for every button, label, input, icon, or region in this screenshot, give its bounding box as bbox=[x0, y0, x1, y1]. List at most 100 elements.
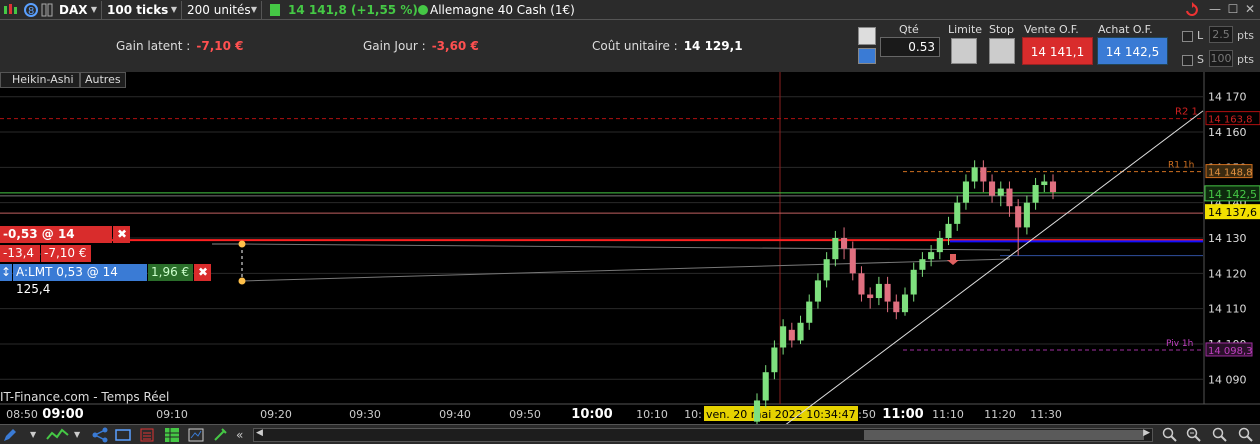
order-panel: Qté 0.53 Limite Stop Vente O.F. 14 141,1… bbox=[855, 20, 1260, 72]
units-label: 200 unités bbox=[187, 3, 251, 17]
achat-label: Achat O.F. bbox=[1098, 23, 1153, 36]
chevron-down-icon: ▼ bbox=[90, 5, 97, 14]
close-button[interactable]: ✕ bbox=[1243, 2, 1257, 16]
s-pts-label: pts bbox=[1237, 53, 1255, 66]
zoom-reset-icon[interactable] bbox=[1238, 427, 1254, 443]
l-checkbox[interactable] bbox=[1182, 31, 1193, 42]
order-guide-line-top bbox=[241, 243, 1011, 251]
r1-price: 14 148,8 bbox=[1208, 168, 1253, 179]
candle-body bbox=[962, 181, 969, 203]
window-icon[interactable] bbox=[115, 427, 131, 443]
bid-price: 14 142,5 bbox=[1208, 188, 1257, 201]
pencil-icon[interactable] bbox=[2, 427, 18, 443]
x-tick-label: 10: bbox=[684, 408, 702, 421]
x-tick-label: 11:20 bbox=[984, 408, 1016, 421]
chain-icon[interactable] bbox=[40, 2, 54, 18]
units-select[interactable]: 200 unités ▼ bbox=[184, 1, 262, 19]
position-pnl-money: -7,10 € bbox=[41, 245, 91, 262]
gain-latent-label: Gain latent : bbox=[116, 39, 191, 53]
tools-icon[interactable] bbox=[212, 427, 228, 443]
chart-window-icon[interactable] bbox=[188, 427, 204, 443]
candle-body bbox=[919, 259, 926, 270]
indicator-icon[interactable] bbox=[46, 427, 70, 443]
scroll-left-arrow[interactable]: ◀ bbox=[256, 428, 263, 438]
y-tick-label: 14 130 bbox=[1208, 232, 1247, 245]
position-line-label[interactable]: -0,53 @ 14 129,1 bbox=[0, 226, 112, 258]
position-pnl-points: -13,4 bbox=[0, 245, 40, 262]
qty-input[interactable]: 0.53 bbox=[880, 37, 940, 57]
close-position-button[interactable]: ✖ bbox=[113, 226, 130, 243]
x-tick-label: 08:50 bbox=[6, 408, 38, 421]
zoom-fit-icon[interactable] bbox=[1212, 427, 1228, 443]
candle-body bbox=[823, 259, 830, 281]
chart-type-icon[interactable] bbox=[2, 2, 20, 18]
limit-order-icon[interactable] bbox=[951, 38, 977, 64]
instrument-select[interactable]: DAX ▼ bbox=[56, 1, 102, 19]
position-info-bar: Gain latent : -7,10 € Gain Jour : -3,60 € … bbox=[0, 20, 855, 72]
stop-order-icon[interactable] bbox=[989, 38, 1015, 64]
instrument-label: DAX bbox=[59, 3, 88, 17]
pending-order-label[interactable]: A:LMT 0,53 @ 14 125,4 bbox=[13, 264, 147, 296]
zoom-in-icon[interactable] bbox=[1162, 427, 1178, 443]
tab-autres[interactable]: Autres bbox=[80, 72, 126, 88]
link-icon[interactable]: 8 bbox=[24, 2, 38, 18]
ticks-select[interactable]: 100 ticks ▼ bbox=[104, 1, 182, 19]
horizontal-scrollbar[interactable]: ◀ ▶ bbox=[253, 428, 1153, 442]
gain-latent-value: -7,10 € bbox=[196, 39, 244, 53]
candle-body bbox=[989, 181, 996, 196]
candle-body bbox=[1049, 181, 1057, 193]
current-price: 14 137,6 bbox=[1208, 206, 1257, 219]
candle-body bbox=[762, 372, 769, 401]
scroll-thumb[interactable] bbox=[864, 430, 1144, 440]
svg-text:8: 8 bbox=[28, 6, 34, 17]
x-tick-label: 09:30 bbox=[349, 408, 381, 421]
candle-body bbox=[753, 400, 761, 422]
candle-body bbox=[884, 283, 891, 302]
r1-label: R1 1h bbox=[1168, 161, 1194, 171]
chevron-down-icon: ▼ bbox=[250, 5, 257, 14]
share-icon[interactable] bbox=[92, 427, 108, 443]
x-tick-label: 10:00 bbox=[571, 407, 612, 422]
limite-label: Limite bbox=[948, 23, 983, 36]
keyboard-icon[interactable] bbox=[858, 48, 876, 64]
x-tick-label: :50 bbox=[858, 408, 876, 421]
l-pts-input[interactable]: 2.5 bbox=[1209, 26, 1233, 43]
tab-heikin-ashi[interactable]: Heikin-Ashi bbox=[0, 72, 80, 88]
list-icon[interactable] bbox=[139, 427, 155, 443]
cancel-order-button[interactable]: ✖ bbox=[194, 264, 211, 281]
chevron-down-icon[interactable]: ▼ bbox=[30, 427, 40, 443]
s-pts-input[interactable]: 100 bbox=[1209, 50, 1233, 67]
buy-button[interactable]: 14 142,5 bbox=[1097, 37, 1168, 65]
zoom-out-icon[interactable] bbox=[1186, 427, 1202, 443]
chevron-down-icon[interactable]: ▼ bbox=[74, 427, 84, 443]
refresh-icon[interactable] bbox=[1184, 2, 1202, 18]
candle-body bbox=[814, 280, 821, 302]
ticks-label: 100 ticks bbox=[107, 3, 169, 17]
watermark: IT-Finance.com - Temps Réel bbox=[0, 390, 170, 404]
scroll-right-arrow[interactable]: ▶ bbox=[1143, 428, 1150, 438]
minimize-button[interactable]: — bbox=[1208, 2, 1222, 16]
s-checkbox[interactable] bbox=[1182, 55, 1193, 66]
maximize-button[interactable]: ☐ bbox=[1226, 2, 1240, 16]
l-pts-label: pts bbox=[1237, 29, 1255, 42]
order-guide-line-bottom bbox=[241, 258, 1011, 282]
price-chart[interactable]: 14 09014 10014 11014 12014 13014 14014 1… bbox=[0, 72, 1260, 424]
candle-body bbox=[893, 301, 900, 313]
l-label: L bbox=[1197, 29, 1204, 42]
x-tick-label: 09:10 bbox=[156, 408, 188, 421]
sell-button[interactable]: 14 141,1 bbox=[1022, 37, 1093, 65]
collapse-icon[interactable]: « bbox=[236, 427, 252, 443]
candle-body bbox=[980, 167, 987, 182]
top-toolbar: 8 DAX ▼ 100 ticks ▼ 200 unités ▼ 14 141,8 (… bbox=[0, 0, 1260, 20]
wrench-icon[interactable] bbox=[858, 27, 876, 45]
gain-jour-label: Gain Jour : bbox=[363, 39, 426, 53]
stop-label: Stop bbox=[989, 23, 1015, 36]
y-tick-label: 14 090 bbox=[1208, 373, 1247, 386]
table-icon[interactable] bbox=[164, 427, 180, 443]
order-move-handle[interactable]: ↕ bbox=[0, 264, 12, 281]
y-tick-label: 14 120 bbox=[1208, 267, 1247, 280]
candle-body bbox=[832, 238, 839, 260]
y-tick-label: 14 110 bbox=[1208, 303, 1247, 316]
candle-body bbox=[875, 283, 882, 299]
market-status-icon bbox=[418, 5, 428, 15]
